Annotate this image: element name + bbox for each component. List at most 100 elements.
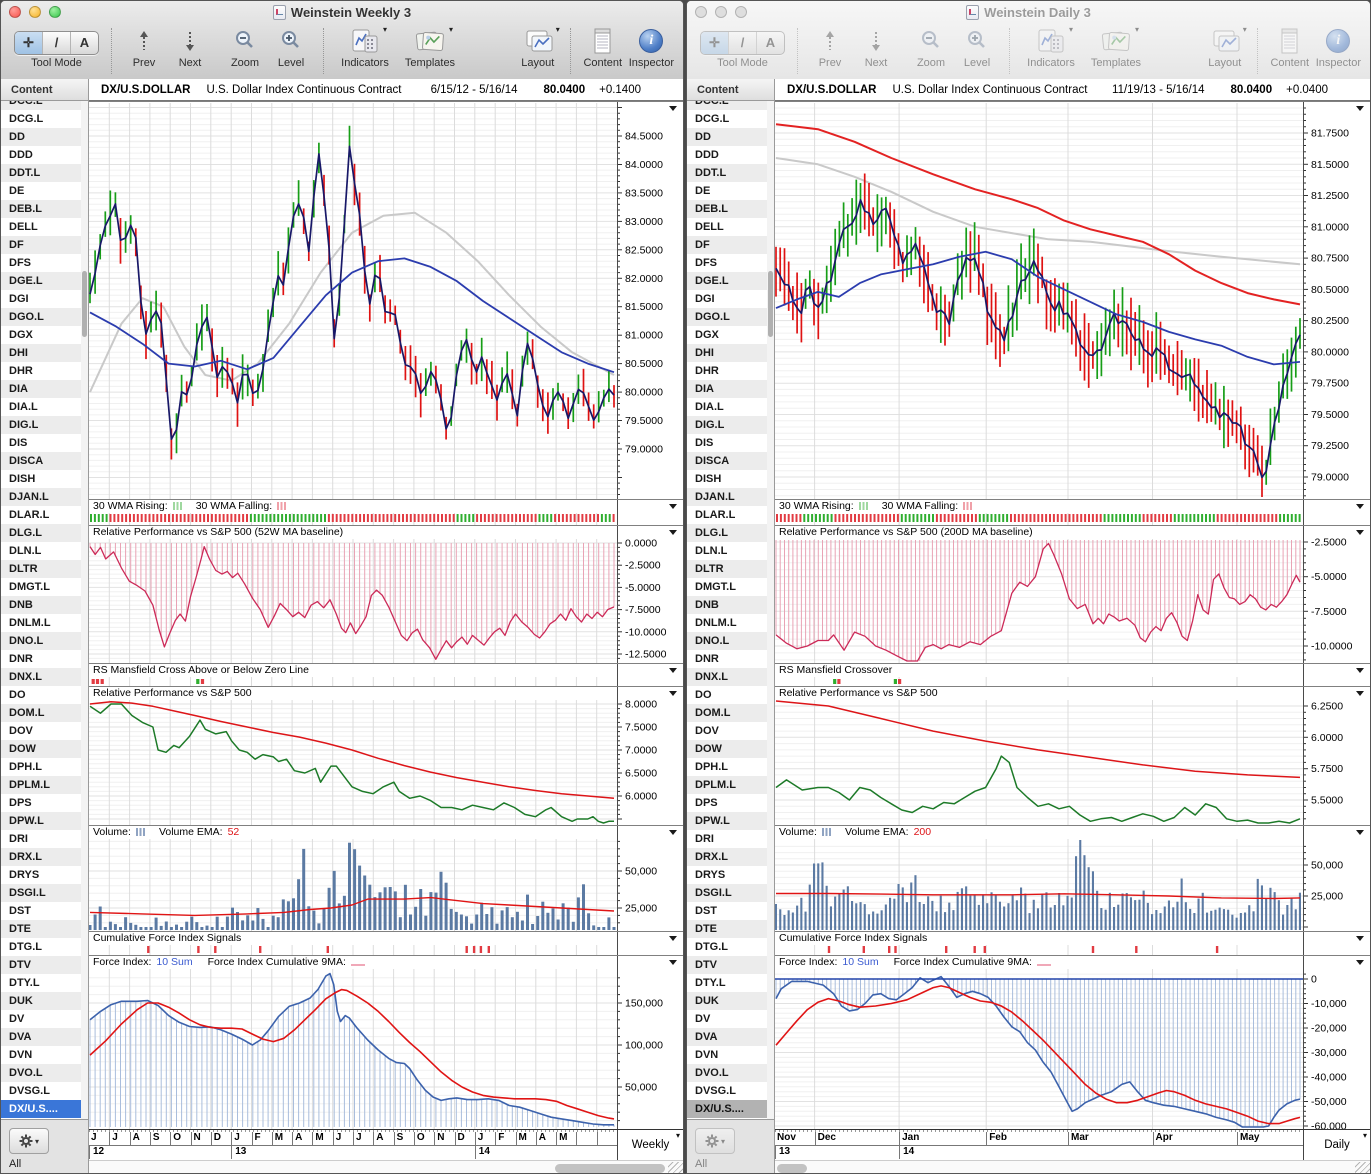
list-item[interactable]: DE — [1, 182, 81, 200]
volume-pane[interactable]: 50,000 25,000 Volume: Volume EMA: 200 — [775, 825, 1370, 931]
list-item[interactable]: DHI — [687, 344, 767, 362]
list-item[interactable]: DTV — [687, 956, 767, 974]
list-item[interactable]: DX/U.S.... — [1, 1100, 81, 1118]
list-item[interactable]: DOM.L — [687, 704, 767, 722]
wma-strip-pane[interactable]: 30 WMA Rising: 30 WMA Falling: — [775, 499, 1370, 525]
list-item[interactable]: DOW — [687, 740, 767, 758]
list-item[interactable]: DGX — [687, 326, 767, 344]
list-item[interactable]: DV — [687, 1010, 767, 1028]
sidebar-scrollbar[interactable] — [767, 101, 775, 1119]
list-item[interactable]: DMGT.L — [1, 578, 81, 596]
list-item[interactable]: DST — [1, 902, 81, 920]
minimize-button[interactable] — [715, 6, 727, 18]
list-item[interactable]: DTG.L — [687, 938, 767, 956]
list-item[interactable]: DCG.L — [687, 110, 767, 128]
list-item[interactable]: DVN — [1, 1046, 81, 1064]
list-item[interactable]: DVA — [1, 1028, 81, 1046]
list-item[interactable]: DF — [1, 236, 81, 254]
zoom-out-button[interactable]: Zoom — [911, 26, 951, 69]
list-item[interactable]: DNB — [687, 596, 767, 614]
list-item[interactable]: DEB.L — [687, 200, 767, 218]
list-item[interactable]: DTE — [687, 920, 767, 938]
list-item[interactable]: DIS — [1, 434, 81, 452]
mansfield-strip-pane[interactable]: RS Mansfield Crossover — [775, 663, 1370, 686]
list-item[interactable]: DFS — [1, 254, 81, 272]
list-item[interactable]: DELL — [687, 218, 767, 236]
list-item[interactable]: DISCA — [687, 452, 767, 470]
list-item[interactable]: DF — [687, 236, 767, 254]
line-tool-button[interactable]: / — [729, 31, 757, 54]
list-item[interactable]: DTY.L — [1, 974, 81, 992]
list-item[interactable]: DPH.L — [1, 758, 81, 776]
list-item[interactable]: DNR — [1, 650, 81, 668]
list-item[interactable]: DVN — [687, 1046, 767, 1064]
scrollbar-thumb[interactable] — [82, 271, 87, 337]
list-item[interactable]: DO — [687, 686, 767, 704]
scrollbar-thumb[interactable] — [555, 1164, 665, 1173]
list-item[interactable]: DGO.L — [687, 308, 767, 326]
list-item[interactable]: DIA — [687, 380, 767, 398]
list-item[interactable]: DLN.L — [687, 542, 767, 560]
list-item[interactable]: DIS — [687, 434, 767, 452]
price-pane[interactable]: 84.5000 84.0000 83.5000 83.0000 82.5000 82.00… — [89, 101, 683, 499]
list-item[interactable]: DLAR.L — [687, 506, 767, 524]
text-tool-button[interactable]: A — [757, 32, 784, 54]
list-item[interactable]: DNO.L — [687, 632, 767, 650]
zoom-window-button[interactable] — [735, 6, 747, 18]
list-item[interactable]: DOW — [1, 740, 81, 758]
list-item[interactable]: DIA.L — [1, 398, 81, 416]
list-item[interactable]: DOV — [1, 722, 81, 740]
list-item[interactable]: DNO.L — [1, 632, 81, 650]
list-item[interactable]: DJAN.L — [687, 488, 767, 506]
periodicity-select[interactable]: Weekly ▾ — [617, 1130, 683, 1160]
list-item[interactable]: DPH.L — [687, 758, 767, 776]
list-item[interactable]: DSGI.L — [687, 884, 767, 902]
next-button[interactable]: Next — [170, 26, 210, 69]
list-item[interactable]: DIG.L — [687, 416, 767, 434]
list-item[interactable]: DRI — [1, 830, 81, 848]
list-item[interactable]: DPW.L — [687, 812, 767, 830]
action-gear-button[interactable]: ▾ — [695, 1128, 735, 1154]
list-item[interactable]: DVSG.L — [1, 1082, 81, 1100]
sidebar-scrollbar[interactable] — [81, 101, 89, 1119]
action-gear-button[interactable]: ▾ — [9, 1128, 49, 1154]
list-item[interactable]: DRI — [687, 830, 767, 848]
list-item[interactable]: DD — [687, 128, 767, 146]
force-pane[interactable]: 0 -10,000 -20,000 -30,000 -40,000 -50,000 -60,… — [775, 955, 1370, 1129]
force-pane[interactable]: 150,000 100,000 50,000 Force Index: 10 Sum Fo… — [89, 955, 683, 1129]
list-item[interactable]: DSGI.L — [1, 884, 81, 902]
content-button[interactable]: Content — [1270, 26, 1310, 69]
list-item[interactable]: DLAR.L — [1, 506, 81, 524]
list-item[interactable]: DDD — [1, 146, 81, 164]
inspector-button[interactable]: i Inspector — [629, 26, 674, 69]
list-item[interactable]: DDT.L — [687, 164, 767, 182]
list-item[interactable]: DNB — [1, 596, 81, 614]
list-item[interactable]: DHR — [1, 362, 81, 380]
list-item[interactable]: DCC.L — [1, 101, 81, 110]
next-button[interactable]: Next — [856, 26, 896, 69]
mansfield-strip-pane[interactable]: RS Mansfield Cross Above or Below Zero L… — [89, 663, 683, 686]
list-item[interactable]: DNX.L — [1, 668, 81, 686]
text-tool-button[interactable]: A — [71, 32, 98, 54]
inspector-button[interactable]: i Inspector — [1316, 26, 1361, 69]
signals-strip-pane[interactable]: Cumulative Force Index Signals — [89, 931, 683, 955]
list-item[interactable]: DISH — [1, 470, 81, 488]
list-item[interactable]: DO — [1, 686, 81, 704]
list-item[interactable]: DNLM.L — [687, 614, 767, 632]
list-item[interactable]: DRX.L — [1, 848, 81, 866]
close-button[interactable] — [695, 6, 707, 18]
list-item[interactable]: DPLM.L — [1, 776, 81, 794]
list-item[interactable]: DV — [1, 1010, 81, 1028]
resize-grip[interactable] — [1355, 1162, 1370, 1173]
list-item[interactable]: DPW.L — [1, 812, 81, 830]
list-item[interactable]: DNLM.L — [1, 614, 81, 632]
scrollbar-thumb[interactable] — [777, 1164, 807, 1173]
list-item[interactable]: DLG.L — [687, 524, 767, 542]
list-item[interactable]: DLN.L — [1, 542, 81, 560]
list-item[interactable]: DHI — [1, 344, 81, 362]
list-item[interactable]: DCC.L — [687, 101, 767, 110]
list-item[interactable]: DGE.L — [1, 272, 81, 290]
scrollbar-thumb[interactable] — [768, 271, 773, 337]
zoom-out-button[interactable]: Zoom — [225, 26, 265, 69]
list-item[interactable]: DGI — [687, 290, 767, 308]
